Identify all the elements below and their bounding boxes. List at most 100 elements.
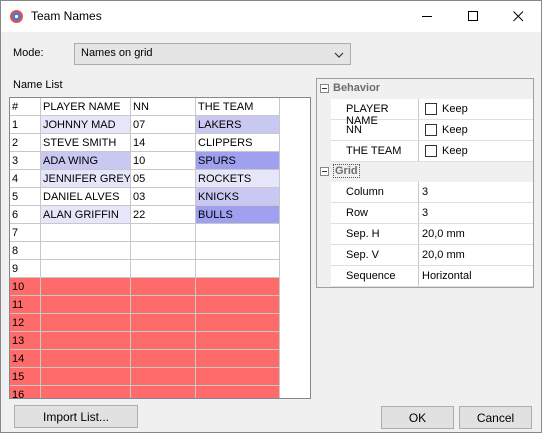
team-cell[interactable] [196,350,280,368]
row-number-cell[interactable]: 9 [10,260,41,278]
player-name-cell[interactable] [41,314,131,332]
team-cell[interactable] [196,332,280,350]
row-number-cell[interactable]: 7 [10,224,41,242]
table-row[interactable]: 16 [10,386,280,398]
team-cell[interactable]: CLIPPERS [196,134,280,152]
team-cell[interactable] [196,314,280,332]
player-name-cell[interactable]: ALAN GRIFFIN [41,206,131,224]
player-name-cell[interactable] [41,260,131,278]
team-cell[interactable] [196,296,280,314]
row-number-cell[interactable]: 8 [10,242,41,260]
nn-cell[interactable] [131,224,196,242]
team-cell[interactable] [196,242,280,260]
grid-property-row[interactable]: Row 3 [331,203,533,224]
grid-property-value[interactable]: 3 [419,182,533,203]
row-number-cell[interactable]: 3 [10,152,41,170]
table-row[interactable]: 11 [10,296,280,314]
nn-cell[interactable]: 03 [131,188,196,206]
player-name-cell[interactable]: STEVE SMITH [41,134,131,152]
header-the-team[interactable]: THE TEAM [196,98,280,116]
table-row[interactable]: 9 [10,260,280,278]
team-cell[interactable] [196,368,280,386]
grid-property-value[interactable]: 20,0 mm [419,245,533,266]
mode-dropdown[interactable]: Names on grid [74,43,351,65]
nn-cell[interactable] [131,368,196,386]
grid-property-row[interactable]: Sep. V 20,0 mm [331,245,533,266]
maximize-button[interactable] [450,1,496,32]
table-row[interactable]: 7 [10,224,280,242]
player-name-cell[interactable]: JOHNNY MAD [41,116,131,134]
row-number-cell[interactable]: 11 [10,296,41,314]
team-cell[interactable] [196,224,280,242]
player-name-cell[interactable] [41,350,131,368]
nn-cell[interactable] [131,332,196,350]
collapse-icon[interactable] [320,84,329,93]
team-cell[interactable]: ROCKETS [196,170,280,188]
team-cell[interactable]: BULLS [196,206,280,224]
player-name-cell[interactable] [41,242,131,260]
import-list-button[interactable]: Import List... [14,405,138,428]
nn-cell[interactable]: 10 [131,152,196,170]
team-cell[interactable] [196,278,280,296]
table-row[interactable]: 6 ALAN GRIFFIN 22 BULLS [10,206,280,224]
player-name-cell[interactable]: DANIEL ALVES [41,188,131,206]
player-name-cell[interactable] [41,278,131,296]
row-number-cell[interactable]: 16 [10,386,41,398]
nn-cell[interactable]: 05 [131,170,196,188]
header-nn[interactable]: NN [131,98,196,116]
player-name-cell[interactable] [41,368,131,386]
table-row[interactable]: 8 [10,242,280,260]
header-number[interactable]: # [10,98,41,116]
table-row[interactable]: 4 JENNIFER GREY 05 ROCKETS [10,170,280,188]
row-number-cell[interactable]: 2 [10,134,41,152]
row-number-cell[interactable]: 4 [10,170,41,188]
nn-cell[interactable] [131,278,196,296]
team-cell[interactable] [196,260,280,278]
nn-cell[interactable] [131,296,196,314]
keep-checkbox[interactable] [425,145,437,157]
grid-property-row[interactable]: Sep. H 20,0 mm [331,224,533,245]
row-number-cell[interactable]: 13 [10,332,41,350]
minimize-button[interactable] [404,1,450,32]
grid-property-value[interactable]: 20,0 mm [419,224,533,245]
close-button[interactable] [495,1,541,32]
nn-cell[interactable]: 22 [131,206,196,224]
table-row[interactable]: 15 [10,368,280,386]
table-row[interactable]: 2 STEVE SMITH 14 CLIPPERS [10,134,280,152]
table-row[interactable]: 5 DANIEL ALVES 03 KNICKS [10,188,280,206]
nn-cell[interactable] [131,260,196,278]
keep-checkbox[interactable] [425,124,437,136]
player-name-cell[interactable] [41,332,131,350]
nn-cell[interactable] [131,314,196,332]
row-number-cell[interactable]: 15 [10,368,41,386]
nn-cell[interactable] [131,386,196,398]
team-cell[interactable]: SPURS [196,152,280,170]
ok-button[interactable]: OK [381,406,454,429]
player-name-cell[interactable]: JENNIFER GREY [41,170,131,188]
player-name-cell[interactable] [41,224,131,242]
nn-cell[interactable]: 07 [131,116,196,134]
nn-cell[interactable] [131,242,196,260]
team-cell[interactable] [196,386,280,398]
cancel-button[interactable]: Cancel [459,406,532,429]
grid-property-value[interactable]: 3 [419,203,533,224]
keep-checkbox[interactable] [425,103,437,115]
name-list-grid[interactable]: # PLAYER NAME NN THE TEAM 1 JOHNNY MAD 07 L… [9,97,311,399]
row-number-cell[interactable]: 6 [10,206,41,224]
nn-cell[interactable] [131,350,196,368]
table-row[interactable]: 12 [10,314,280,332]
table-row[interactable]: 13 [10,332,280,350]
row-number-cell[interactable]: 5 [10,188,41,206]
table-row[interactable]: 3 ADA WING 10 SPURS [10,152,280,170]
grid-property-value[interactable]: Horizontal [419,266,533,287]
table-row[interactable]: 1 JOHNNY MAD 07 LAKERS [10,116,280,134]
team-cell[interactable]: LAKERS [196,116,280,134]
table-row[interactable]: 10 [10,278,280,296]
grid-property-row[interactable]: Column 3 [331,182,533,203]
header-player-name[interactable]: PLAYER NAME [41,98,131,116]
table-row[interactable]: 14 [10,350,280,368]
player-name-cell[interactable]: ADA WING [41,152,131,170]
grid-category[interactable]: Grid [317,162,533,182]
player-name-cell[interactable] [41,386,131,398]
player-name-cell[interactable] [41,296,131,314]
